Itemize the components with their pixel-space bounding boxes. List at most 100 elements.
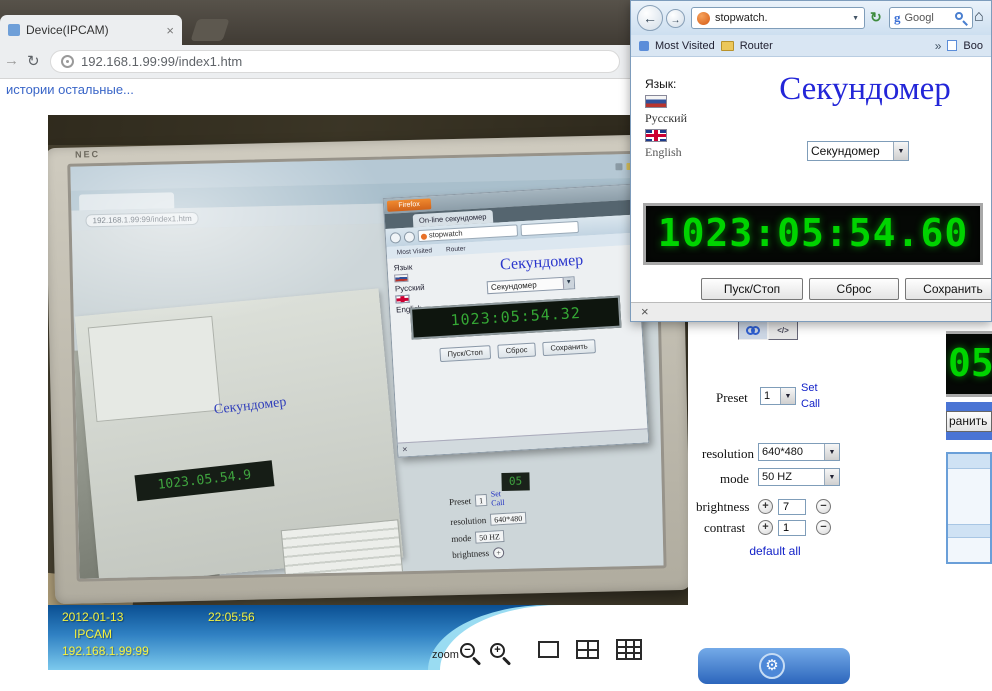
code-mode-button[interactable]: </> xyxy=(768,320,798,340)
inner-firefox-menu-button: Firefox xyxy=(387,198,432,212)
save-button[interactable]: Сохранить xyxy=(905,278,991,300)
chevron-down-icon: ▼ xyxy=(824,444,839,460)
reset-button[interactable]: Сброс xyxy=(809,278,899,300)
folder-icon xyxy=(721,41,734,51)
inner-back-icon xyxy=(390,232,402,244)
inner-firefox-window: Firefox On-line секундомер stopwatch Mos… xyxy=(383,184,650,458)
bookmark-router[interactable]: Router xyxy=(740,40,773,52)
close-icon[interactable]: × xyxy=(641,304,649,319)
inner-stopwatch-display: 1023:05:54.32 xyxy=(410,296,621,340)
tab-title: Device(IPCAM) xyxy=(26,23,160,37)
close-icon[interactable]: × xyxy=(166,23,174,38)
contrast-increase-button[interactable]: + xyxy=(758,520,773,535)
offscreen-panel-row xyxy=(948,524,990,538)
reload-icon: ↻ xyxy=(870,9,882,25)
most-visited-icon xyxy=(639,41,649,51)
nine-view-button[interactable] xyxy=(616,639,642,660)
stopwatch-display: 1023:05:54.60 xyxy=(643,203,983,265)
plus-icon: + xyxy=(493,547,505,559)
zoom-in-icon: + xyxy=(490,643,505,658)
quad-view-button[interactable] xyxy=(576,640,599,659)
zoom-out-button[interactable]: − xyxy=(460,643,484,667)
inner-reset-button: Сброс xyxy=(497,343,536,359)
bookmarks-icon xyxy=(947,40,957,51)
start-stop-button[interactable]: Пуск/Стоп xyxy=(701,278,803,300)
stopwatch-mode-value: Секундомер xyxy=(808,144,893,158)
mode-select-value: 50 HZ xyxy=(759,471,824,483)
inner-language-russian: Русский xyxy=(395,283,425,294)
video-mode-button[interactable] xyxy=(738,320,768,340)
preset-set-link[interactable]: Set xyxy=(801,382,818,394)
language-english-link[interactable]: English xyxy=(645,145,682,160)
inner-start-stop-button: Пуск/Стоп xyxy=(439,345,491,362)
address-text: 192.168.1.99:99/index1.htm xyxy=(81,54,242,69)
offscreen-panel xyxy=(946,452,992,564)
bookmark-clipped[interactable]: Boo xyxy=(963,40,983,52)
resolution-select-value: 640*480 xyxy=(759,446,824,458)
location-bar[interactable]: stopwatch. ▼ xyxy=(691,7,865,29)
stopwatch-mode-select[interactable]: Секундомер ▼ xyxy=(807,141,909,161)
reload-button[interactable]: ↻ xyxy=(870,9,882,26)
chevron-down-icon: ▼ xyxy=(824,469,839,485)
mode-select[interactable]: 50 HZ ▼ xyxy=(758,468,840,486)
zoom-label: zoom xyxy=(432,649,459,661)
forward-icon: → xyxy=(671,15,681,26)
brightness-decrease-button[interactable]: − xyxy=(816,499,831,514)
address-bar[interactable]: 192.168.1.99:99/index1.htm xyxy=(50,50,620,73)
inner-address-text: 192.168.1.99:99/index1.htm xyxy=(85,211,198,227)
search-text: Googl xyxy=(905,12,952,24)
camera-control-panel: </> Preset 1 ▼ Set Call resolution 640*4… xyxy=(688,316,862,691)
inner-mode-select: Секундомер ▼ xyxy=(487,276,576,294)
reload-icon: ↻ xyxy=(27,53,40,70)
preset-call-link[interactable]: Call xyxy=(801,398,820,410)
window-control-icon xyxy=(615,163,622,170)
chrome-tab-device[interactable]: Device(IPCAM) × xyxy=(0,15,182,45)
new-tab-button[interactable] xyxy=(190,19,229,41)
osd-time: 22:05:56 xyxy=(208,610,255,624)
inner-forward-icon xyxy=(404,231,416,243)
bookmark-most-visited[interactable]: Most Visited xyxy=(655,40,715,52)
zoom-in-button[interactable]: + xyxy=(490,643,514,667)
monitor-brand-label: NEC xyxy=(75,149,100,160)
resolution-select[interactable]: 640*480 ▼ xyxy=(758,443,840,461)
search-box[interactable]: g Googl xyxy=(889,7,973,29)
overflow-chevron-icon[interactable]: » xyxy=(935,39,942,53)
inner-bookmark-most-visited: Most Visited xyxy=(397,247,433,256)
recursive-brightness-label: brightness xyxy=(452,548,490,560)
recursive-set-call-links: Set Call xyxy=(491,490,505,508)
reload-button[interactable]: ↻ xyxy=(27,52,40,70)
chevron-down-icon[interactable]: ▼ xyxy=(852,15,859,22)
brightness-increase-button[interactable]: + xyxy=(758,499,773,514)
chevron-down-icon: ▼ xyxy=(780,388,795,404)
home-button[interactable]: ⌂ xyxy=(974,8,984,26)
russian-flag-icon[interactable] xyxy=(645,95,667,108)
osd-camera-address: 192.168.1.99:99 xyxy=(62,644,149,658)
panel-footer: ⚙ xyxy=(698,648,850,684)
offscreen-panel-header xyxy=(948,454,990,469)
forward-button[interactable]: → xyxy=(4,52,19,69)
preset-select-value: 1 xyxy=(761,390,780,402)
preset-select[interactable]: 1 ▼ xyxy=(760,387,796,405)
recursive-preset-select: 1 xyxy=(475,494,488,507)
firefox-bookmarks-bar: Most Visited Router » Boo xyxy=(631,35,991,57)
recursive-mode-label: mode xyxy=(451,532,472,543)
inner-page-title: Секундомер xyxy=(453,249,630,277)
brightness-label: brightness xyxy=(696,499,749,515)
contrast-decrease-button[interactable]: − xyxy=(816,520,831,535)
photographed-screen: 192.168.1.99:99/index1.htm Секундомер 10… xyxy=(67,150,666,581)
russian-flag-icon xyxy=(394,274,408,283)
default-all-link[interactable]: default all xyxy=(688,544,862,558)
firefox-toolbar: ← → stopwatch. ▼ ↻ g Googl ⌂ xyxy=(631,1,991,35)
language-russian-link[interactable]: Русский xyxy=(645,111,687,126)
back-button[interactable]: ← xyxy=(637,5,663,31)
forward-button[interactable]: → xyxy=(666,9,685,28)
single-view-button[interactable] xyxy=(538,641,559,658)
mode-label: mode xyxy=(720,471,749,487)
google-icon: g xyxy=(894,10,901,26)
offscreen-save-button[interactable]: ранить xyxy=(946,411,992,432)
settings-button[interactable]: ⚙ xyxy=(759,653,785,679)
home-icon: ⌂ xyxy=(974,8,984,25)
uk-flag-icon[interactable] xyxy=(645,129,667,142)
firefox-window: ← → stopwatch. ▼ ↻ g Googl ⌂ Most Visite… xyxy=(630,0,992,322)
bookmark-link[interactable]: истории остальные... xyxy=(6,82,134,97)
